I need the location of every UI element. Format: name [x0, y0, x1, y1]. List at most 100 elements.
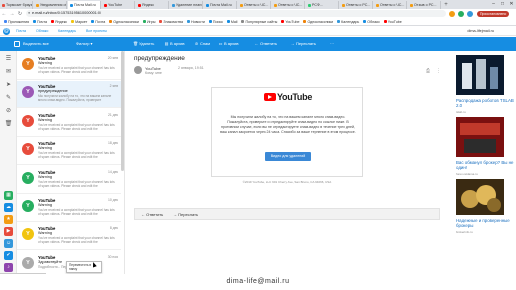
bookmark-item[interactable]: Маркет: [71, 20, 87, 24]
header-link-projects[interactable]: Все проекты: [86, 28, 107, 35]
spam-button[interactable]: ⊘ Спам: [194, 37, 210, 51]
ad-image-coins[interactable]: [456, 179, 504, 215]
more-actions-icon[interactable]: ⋮: [436, 68, 441, 74]
bookmark-item[interactable]: YouTube: [281, 20, 299, 24]
bookmark-item[interactable]: YouTube: [383, 20, 402, 24]
drafts-icon[interactable]: ✎: [4, 94, 13, 103]
message-date: 8 дек: [109, 226, 118, 231]
browser-tab[interactable]: Ответы о РС...: [340, 1, 373, 9]
app-cloud-icon[interactable]: ☁: [4, 203, 13, 212]
select-all-button[interactable]: Выделить все: [23, 37, 49, 51]
message-row[interactable]: Y YouTube 21 дек Warning You've received a c…: [17, 109, 121, 137]
tab-label: Удаление плагин...: [176, 3, 203, 7]
browser-tab[interactable]: Уведомления об уд...: [34, 1, 67, 9]
header-link-mail[interactable]: Почта: [16, 28, 26, 35]
app-games-icon[interactable]: ★: [4, 215, 13, 224]
bookmark-icon: [33, 20, 37, 23]
app-contacts-icon[interactable]: ☺: [4, 239, 13, 248]
bookmark-item[interactable]: Одноклассники: [109, 20, 139, 24]
bookmark-item[interactable]: Приложения: [4, 20, 29, 24]
delete-button[interactable]: 🗑Удалить: [133, 37, 154, 51]
spam-folder-icon[interactable]: ⊘: [4, 107, 13, 116]
browser-tab[interactable]: Ответы о ЧС...: [374, 1, 407, 9]
profile-button[interactable]: Приостановлено: [477, 10, 510, 17]
bookmark-icon: [186, 20, 190, 23]
bookmark-item[interactable]: Mail: [226, 20, 237, 24]
bookmark-item[interactable]: Яндекс: [51, 20, 67, 24]
browser-tab[interactable]: Яндекс: [136, 1, 169, 9]
browser-tab[interactable]: Почта Mail.ru: [204, 1, 237, 9]
forward-button[interactable]: → Переслать: [173, 209, 198, 221]
browser-tab[interactable]: Удаление плагин...: [170, 1, 203, 9]
maximize-icon[interactable]: □: [498, 0, 507, 8]
bookmark-item[interactable]: Облако: [363, 20, 380, 24]
mail-logo[interactable]: @: [3, 28, 10, 35]
browser-tab[interactable]: Почта Mail.ru: [68, 1, 101, 9]
ad-title[interactable]: Вас обманул брокер? Вы не один!: [456, 160, 516, 170]
reload-icon[interactable]: ↻: [16, 11, 24, 17]
browser-tab[interactable]: Ответы о ЧС...: [238, 1, 271, 9]
browser-tab[interactable]: Отзыв о РС...: [408, 1, 441, 9]
header-link-cloud[interactable]: Облако: [36, 28, 48, 35]
bookmark-icon: [226, 20, 230, 23]
menu-icon[interactable]: ☰: [4, 55, 13, 64]
tab-label: Ответы о ЧС...: [244, 3, 269, 7]
message-row[interactable]: Y YouTube 20 янв Warning You've received a c…: [17, 53, 121, 80]
app-video-icon[interactable]: ▶: [4, 227, 13, 236]
minimize-icon[interactable]: –: [489, 0, 498, 8]
browser-tab[interactable]: YouTube: [102, 1, 135, 9]
message-row[interactable]: Y YouTube 14 дек Warning You've received a c…: [17, 166, 121, 194]
close-window-icon[interactable]: ✕: [507, 0, 516, 8]
sent-icon[interactable]: ➤: [4, 81, 13, 90]
message-date: 2 января, 19:51: [178, 66, 204, 70]
url-input[interactable]: ● e.mail.ru/inbox/0:15753195610000001:0/: [26, 10, 446, 17]
inbox-icon[interactable]: ✉: [4, 68, 13, 77]
browser-tab[interactable]: Ответы о ЧС...: [272, 1, 305, 9]
user-email[interactable]: dima-lifejmail.ru: [467, 28, 494, 35]
trash-folder-icon[interactable]: 🗑: [4, 120, 13, 129]
ad-image-robot[interactable]: [456, 55, 504, 95]
filter-button[interactable]: Фильтр ▾: [76, 37, 93, 51]
ad-image-broker[interactable]: [456, 117, 504, 157]
app-notes-icon[interactable]: ♪: [4, 263, 13, 272]
extension-icon[interactable]: [467, 10, 473, 17]
forward-icon[interactable]: →: [8, 11, 16, 17]
message-row[interactable]: Y YouTube 10 дек Warning You've received a c…: [17, 195, 121, 222]
ad-title[interactable]: Надежные и проверенные брокеры: [456, 218, 516, 228]
message-row[interactable]: Y YouTube 8 дек Warning You've received a co…: [17, 223, 121, 251]
bookmark-item[interactable]: Популярные сайты: [241, 20, 277, 24]
reply-button[interactable]: ← Ответить: [141, 209, 163, 221]
bookmark-item[interactable]: Календарь: [337, 20, 359, 24]
bookmark-item[interactable]: Новости: [186, 20, 205, 24]
back-icon[interactable]: ←: [0, 11, 8, 17]
extension-icon[interactable]: [449, 10, 455, 17]
message-date: 18 дек: [107, 141, 118, 146]
browser-tab[interactable]: Тормозит браузер: [0, 1, 33, 9]
bookmark-item[interactable]: Знакомства: [159, 20, 183, 24]
bookmark-item[interactable]: Игры: [142, 20, 155, 24]
forward-toolbar-button[interactable]: → Переслать: [290, 37, 316, 51]
remove-videos-button[interactable]: Видео для удалений: [265, 152, 311, 161]
bookmark-item[interactable]: Почта: [91, 20, 105, 24]
ad-title[interactable]: Распродажа роботов TSLAB 2.0: [456, 98, 516, 108]
browser-tab[interactable]: РСФ...: [306, 1, 339, 9]
app-tasks-icon[interactable]: ✔: [4, 251, 13, 260]
message-row[interactable]: Y YouTube 18 дек Warning You've received a c…: [17, 138, 121, 166]
select-all-checkbox[interactable]: [14, 41, 20, 47]
ad-source: brokerinfo.ru: [456, 230, 473, 234]
reply-toolbar-button[interactable]: ← Ответить: [254, 37, 278, 51]
list-scrollbar[interactable]: [121, 51, 124, 171]
move-to-archive-button[interactable]: ▭ В архив: [218, 37, 239, 51]
header-link-calendar[interactable]: Календарь: [58, 28, 76, 35]
extension-icon[interactable]: [458, 10, 464, 17]
bookmark-item[interactable]: Поиск: [208, 20, 223, 24]
message-row[interactable]: Y YouTube 2 янв предупреждение Мы получили ж…: [17, 81, 121, 109]
bookmark-item[interactable]: Одноклассники: [303, 20, 333, 24]
print-icon[interactable]: ⎙: [426, 68, 430, 74]
app-calendar-icon[interactable]: ▦: [4, 191, 13, 200]
new-tab-button[interactable]: +: [442, 1, 450, 9]
archive-button[interactable]: ▤ В архив: [164, 37, 185, 51]
bookmark-item[interactable]: Почта: [33, 20, 47, 24]
forward-button-label: Переслать: [178, 212, 199, 217]
more-button[interactable]: ···: [330, 37, 334, 51]
